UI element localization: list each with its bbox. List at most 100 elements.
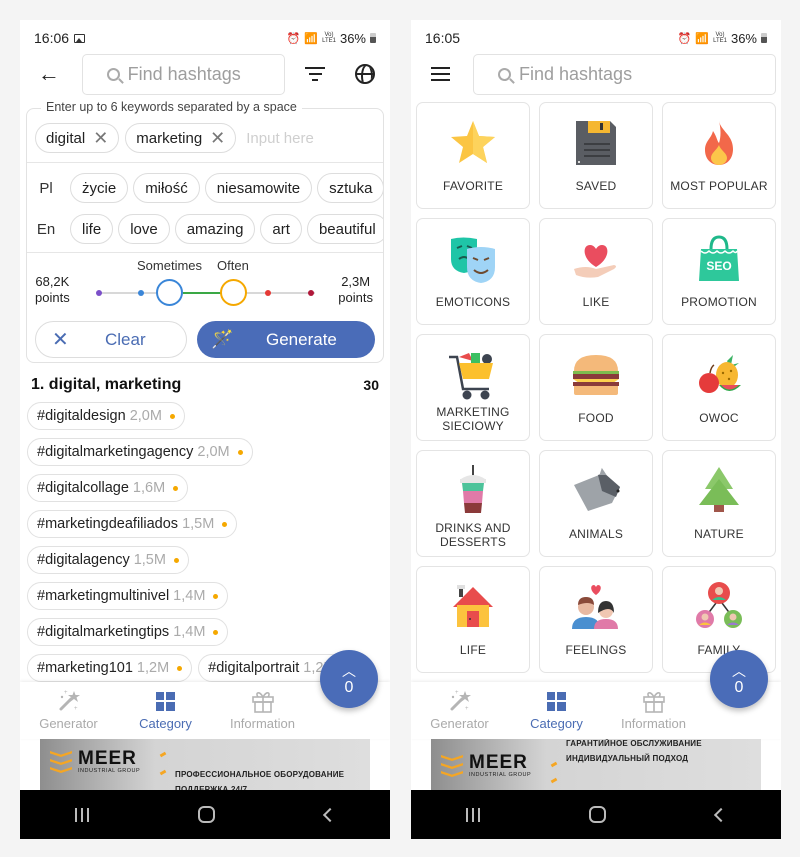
search-placeholder: Find hashtags <box>519 63 633 84</box>
close-icon[interactable]: ✕ <box>210 129 225 147</box>
hashtag-chip[interactable]: #digitalcollage 1,6M <box>27 474 189 502</box>
selected-count: 0 <box>734 678 744 696</box>
drink-cup-icon <box>460 465 486 513</box>
hashtag-chip[interactable]: #marketingmultinivel 1,4M <box>27 582 229 610</box>
language-label: Pl <box>39 179 53 197</box>
category-life[interactable]: LIFE <box>416 566 530 673</box>
nav-generator[interactable]: + + Generator <box>20 682 117 739</box>
chevron-up-icon: ︿ <box>342 662 356 679</box>
divider <box>27 252 383 253</box>
slider-step-dot[interactable] <box>308 290 314 296</box>
keyword-chip[interactable]: marketing ✕ <box>125 123 237 153</box>
svg-text:+: + <box>455 690 459 696</box>
high-level-label: Often <box>217 258 249 273</box>
heart-hand-icon <box>574 245 616 278</box>
suggestion-row-pl: Pl życie miłość niesamowite sztuka <box>27 172 383 204</box>
category-favorite[interactable]: FAVORITE <box>416 102 530 209</box>
nav-information[interactable]: Information <box>214 682 311 739</box>
keyword-input[interactable]: Input here <box>246 130 314 147</box>
language-button[interactable] <box>340 52 390 96</box>
house-icon <box>453 585 493 627</box>
hashtag-chip[interactable]: #digitaldesign 2,0M <box>27 402 185 430</box>
selected-hashtags-button[interactable]: ︿ 0 <box>710 650 768 708</box>
slider-high-handle[interactable] <box>220 279 247 306</box>
recent-apps-button[interactable] <box>74 807 89 822</box>
chevron-logo-icon <box>441 753 463 779</box>
burger-icon <box>573 355 619 395</box>
nav-information[interactable]: Information <box>605 682 702 739</box>
slider-step-dot[interactable] <box>138 290 144 296</box>
ad-banner[interactable]: MEER INDUSTRIAL GROUP ПРОФЕССИОНАЛЬНОЕ О… <box>40 739 370 790</box>
category-animals[interactable]: ANIMALS <box>539 450 653 557</box>
hamburger-menu-icon <box>430 67 450 81</box>
suggestion-chip[interactable]: sztuka <box>317 173 383 203</box>
status-bar: 16:06 ⏰ 📶 Vo) LTE1 36% <box>20 20 390 56</box>
couple-icon <box>572 585 618 629</box>
selected-count: 0 <box>344 678 354 696</box>
home-button[interactable] <box>198 806 216 823</box>
suggestion-chip[interactable]: życie <box>70 173 129 203</box>
menu-button[interactable] <box>411 52 469 96</box>
popularity-dot <box>169 413 175 419</box>
category-marketing-sieciowy[interactable]: MARKETING SIECIOWY <box>416 334 530 441</box>
popularity-dot <box>237 449 243 455</box>
nav-category[interactable]: Category <box>508 682 605 739</box>
recent-apps-button[interactable] <box>465 807 480 822</box>
family-icon <box>696 582 742 628</box>
generate-button[interactable]: 🪄 Generate <box>197 321 375 358</box>
hashtag-chip[interactable]: #digitalmarketingagency 2,0M <box>27 438 253 466</box>
hashtag-chip[interactable]: #marketing101 1,2M <box>27 654 193 682</box>
keyword-card: Enter up to 6 keywords separated by a sp… <box>26 100 384 363</box>
slider-step-dot[interactable] <box>265 290 271 296</box>
suggestion-chip[interactable]: beautiful <box>306 214 383 244</box>
clear-button[interactable]: ✕ Clear <box>35 321 187 358</box>
category-nature[interactable]: NATURE <box>662 450 776 557</box>
nav-category[interactable]: Category <box>117 682 214 739</box>
battery-icon <box>370 33 376 43</box>
category-saved[interactable]: SAVED <box>539 102 653 209</box>
category-owoc[interactable]: OWOC <box>662 334 776 441</box>
hashtag-chip[interactable]: #marketingdeafiliados 1,5M <box>27 510 238 538</box>
back-button[interactable]: ← <box>20 52 78 96</box>
category-feelings[interactable]: FEELINGS <box>539 566 653 673</box>
suggestion-chip[interactable]: amazing <box>174 214 256 244</box>
frequency-slider[interactable]: 68,2K points 2,3M points Sometimes Often <box>27 256 383 316</box>
suggestion-chip[interactable]: art <box>260 214 302 244</box>
suggestion-chip[interactable]: life <box>70 214 114 244</box>
system-back-button[interactable] <box>714 807 729 822</box>
top-app-bar: Find hashtags <box>411 52 781 96</box>
category-promotion[interactable]: SEO PROMOTION <box>662 218 776 325</box>
category-food[interactable]: FOOD <box>539 334 653 441</box>
search-input[interactable]: Find hashtags <box>473 53 776 95</box>
category-emoticons[interactable]: EMOTICONS <box>416 218 530 325</box>
gift-icon <box>250 688 276 714</box>
slider-low-handle[interactable] <box>156 279 183 306</box>
alarm-icon: ⏰ <box>286 32 301 45</box>
popularity-dot <box>213 593 219 599</box>
slider-step-dot[interactable] <box>96 290 102 296</box>
star-icon <box>451 121 495 163</box>
fruit-icon <box>699 353 741 393</box>
close-icon[interactable]: ✕ <box>93 129 108 147</box>
tree-icon <box>699 467 739 512</box>
filter-button[interactable] <box>291 52 341 96</box>
home-button[interactable] <box>589 806 607 823</box>
suggestion-chip[interactable]: miłość <box>133 173 200 203</box>
system-back-button[interactable] <box>323 807 338 822</box>
hashtag-chip[interactable]: #digitalmarketingtips 1,4M <box>27 618 229 646</box>
selected-hashtags-button[interactable]: ︿ 0 <box>320 650 378 708</box>
globe-icon <box>355 64 376 84</box>
hashtag-chip[interactable]: #digitalagency 1,5M <box>27 546 189 574</box>
gallery-notification-icon <box>74 33 86 43</box>
suggestion-chip[interactable]: niesamowite <box>204 173 313 203</box>
ad-logo: MEER INDUSTRIAL GROUP <box>50 749 140 775</box>
category-drinks-and-desserts[interactable]: DRINKS AND DESSERTS <box>416 450 530 557</box>
search-input[interactable]: Find hashtags <box>81 53 285 95</box>
suggestion-chip[interactable]: love <box>118 214 170 244</box>
ad-banner[interactable]: MEER INDUSTRIAL GROUP ГАРАНТИЙНОЕ ОБСЛУЖ… <box>431 739 761 790</box>
wifi-icon: 📶 <box>304 32 319 45</box>
nav-generator[interactable]: + + Generator <box>411 682 508 739</box>
category-like[interactable]: LIKE <box>539 218 653 325</box>
category-most-popular[interactable]: MOST POPULAR <box>662 102 776 209</box>
keyword-chip[interactable]: digital ✕ <box>35 123 120 153</box>
